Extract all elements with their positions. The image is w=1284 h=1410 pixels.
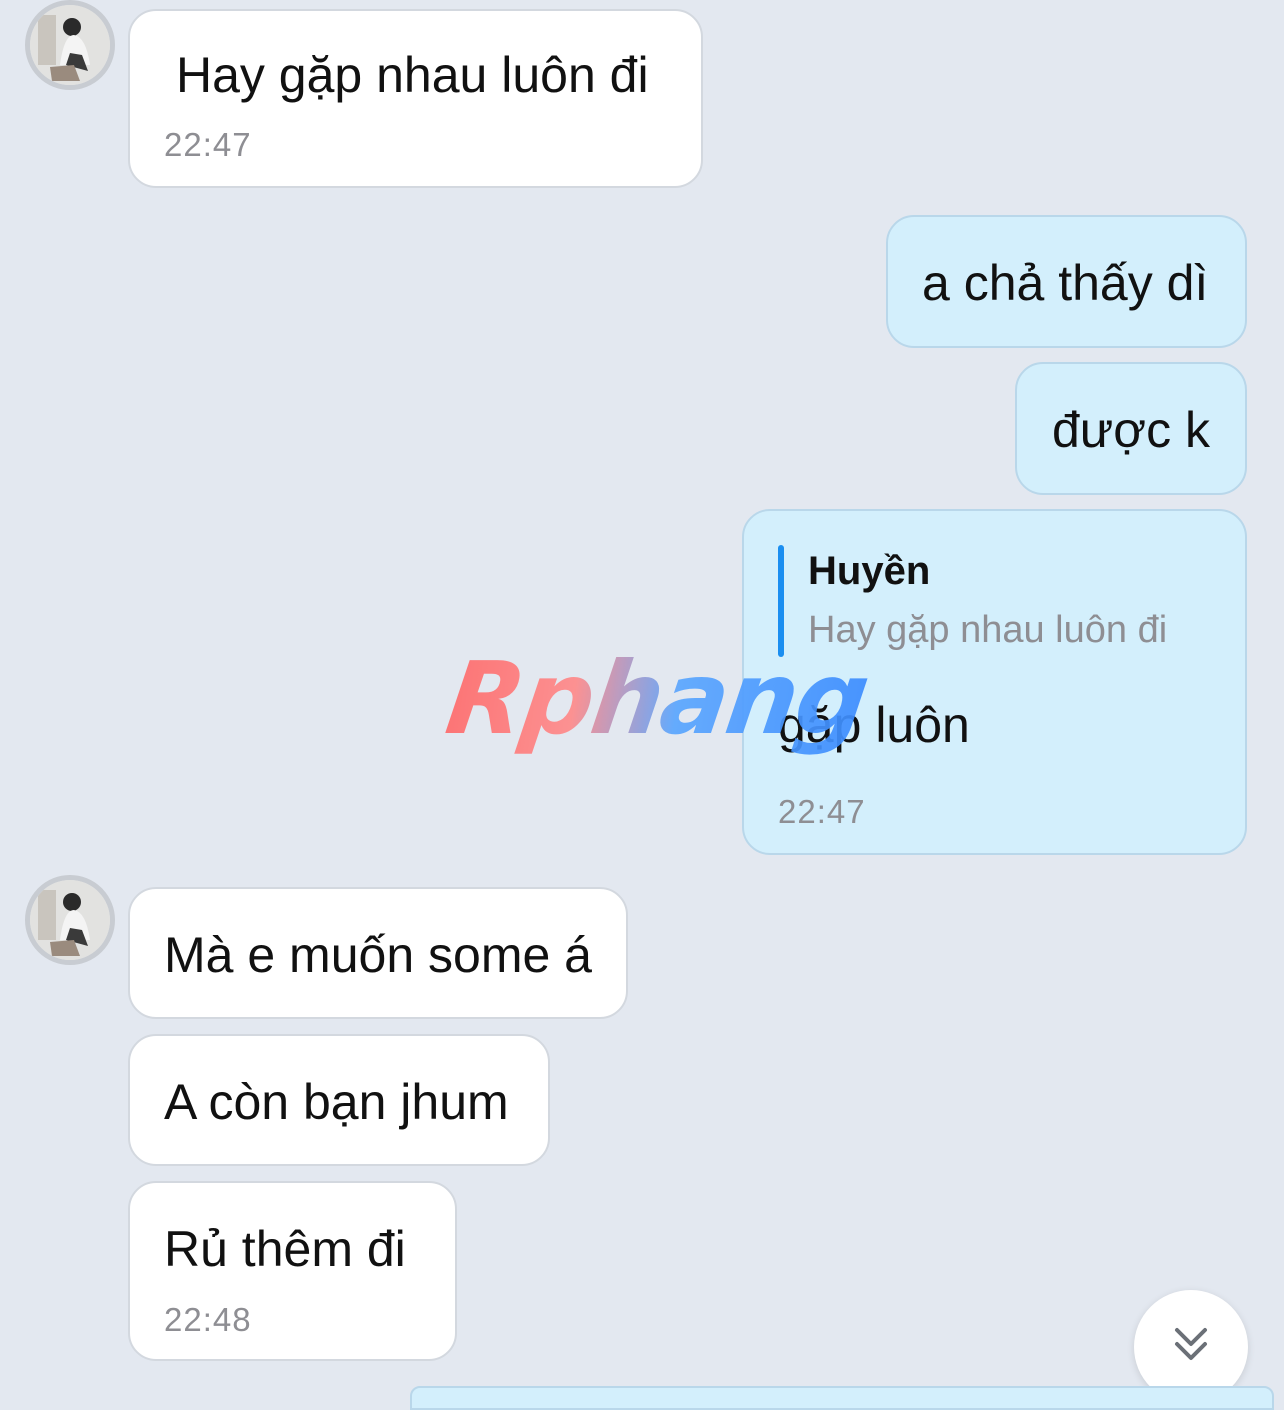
avatar[interactable] [25,0,115,90]
reply-quote-sender: Huyền [808,549,931,593]
message-time: 22:47 [778,793,866,830]
message-text: Hay gặp nhau luôn đi [176,47,649,103]
avatar[interactable] [25,875,115,965]
message-time: 22:48 [164,1301,252,1338]
avatar-photo [30,880,110,960]
message-text: A còn bạn jhum [164,1074,509,1130]
incoming-message-bubble[interactable]: Rủ thêm đi 22:48 [128,1181,457,1361]
message-text: Rủ thêm đi [164,1221,406,1277]
message-time: 22:47 [164,126,252,163]
outgoing-message-bubble[interactable]: a chả thấy dì [886,215,1247,348]
watermark-logo: Rphang [439,640,875,757]
incoming-message-bubble[interactable]: A còn bạn jhum [128,1034,550,1166]
outgoing-message-bubble[interactable]: được k [1015,362,1247,495]
partial-message-bubble [410,1386,1274,1410]
avatar-photo [30,5,110,85]
double-chevron-down-icon [1175,1328,1207,1360]
message-text: được k [1052,402,1210,458]
message-text: Mà e muốn some á [164,927,592,983]
incoming-message-bubble[interactable]: Mà e muốn some á [128,887,628,1019]
incoming-message-bubble[interactable]: Hay gặp nhau luôn đi 22:47 [128,9,703,188]
message-text: a chả thấy dì [922,255,1209,311]
